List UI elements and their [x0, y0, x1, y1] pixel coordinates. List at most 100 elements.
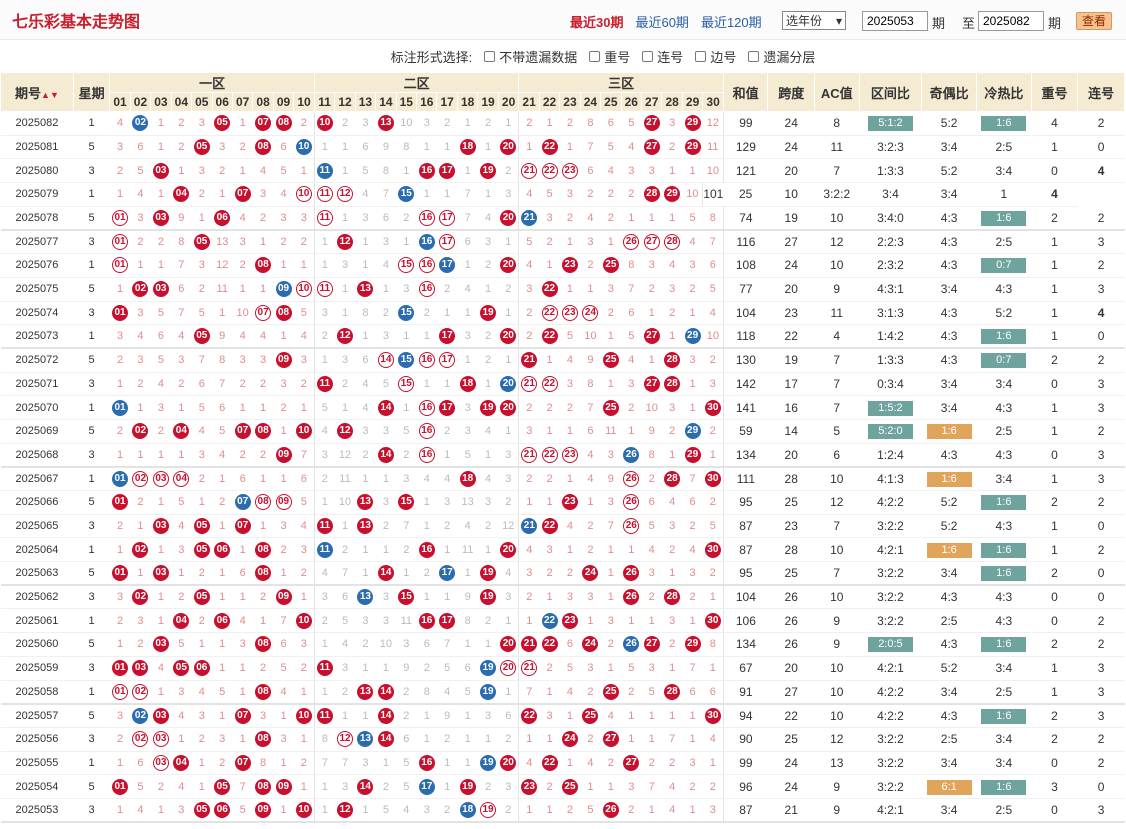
- cell: 3: [212, 727, 233, 752]
- cell: 2: [171, 585, 192, 610]
- opt-consecutive[interactable]: 连号: [642, 47, 683, 66]
- sum-value: 87: [722, 514, 768, 539]
- query-button[interactable]: 查看: [1076, 12, 1112, 30]
- ball: 10: [295, 139, 312, 156]
- ball: 18: [459, 470, 476, 487]
- ball: 18: [459, 802, 476, 819]
- span-value: 20: [767, 443, 815, 468]
- opt-no-miss[interactable]: 不带遗漏数据: [484, 47, 577, 66]
- cell: 3: [641, 253, 662, 278]
- cell: 18: [457, 135, 478, 160]
- cell: 2: [130, 632, 151, 657]
- ball: 12: [337, 234, 353, 251]
- cell: 17: [436, 206, 458, 231]
- period-30[interactable]: 最近30期: [570, 12, 623, 31]
- consecutive-count: 2: [1077, 727, 1125, 752]
- year-select[interactable]: 选年份 ▾: [782, 11, 846, 30]
- cell: 1: [313, 229, 335, 255]
- repeat-count: 0: [1031, 608, 1078, 634]
- checkbox-icon[interactable]: [748, 50, 760, 62]
- cell: 2: [355, 632, 376, 657]
- ball: 13: [357, 494, 374, 511]
- cell: 4: [702, 727, 724, 752]
- checkbox-icon[interactable]: [695, 50, 707, 62]
- cell: 10: [702, 324, 724, 350]
- cell: 2: [212, 490, 233, 515]
- cell: 4: [273, 680, 294, 705]
- ac-value: 10: [814, 703, 860, 728]
- ball: 15: [398, 352, 415, 369]
- cell: 08: [252, 561, 274, 587]
- cell: 1: [171, 158, 192, 184]
- period-60[interactable]: 最近60期: [635, 12, 688, 31]
- table-row: 2025075 5 1 02 03 6 2 11 1 1 09 10 11 1 13 1 3 16 2 4 1 2 3 22 1…: [0, 277, 1125, 302]
- ac-value: 5: [814, 419, 860, 444]
- checkbox-icon[interactable]: [642, 50, 654, 62]
- cell: 7: [334, 561, 356, 587]
- sum-value: 121: [722, 158, 768, 184]
- cell: 16: [416, 419, 437, 444]
- cell: 4: [334, 632, 356, 657]
- cell: 1: [150, 680, 172, 705]
- cell: 15: [396, 301, 417, 326]
- cell: 4: [559, 514, 581, 539]
- cell: 2: [150, 774, 172, 799]
- cell: 7: [580, 135, 601, 160]
- cell: 3: [518, 419, 540, 444]
- ball: 01: [112, 399, 129, 416]
- cell: 19: [457, 774, 478, 799]
- cell: 7: [518, 680, 540, 705]
- opt-repeat[interactable]: 重号: [589, 47, 630, 66]
- opt-edge[interactable]: 边号: [695, 47, 736, 66]
- col-period-id[interactable]: 期号▲▼: [0, 72, 74, 112]
- cell: 15: [396, 182, 417, 207]
- cell: 1: [580, 608, 601, 634]
- sum-value: 90: [722, 727, 768, 752]
- cell: 3: [498, 585, 519, 610]
- cell: 1: [436, 372, 458, 397]
- ball: 18: [459, 375, 476, 392]
- ball: 03: [152, 636, 169, 653]
- cell: 5: [559, 656, 581, 681]
- cell: 5: [702, 514, 724, 539]
- cell: 10: [293, 182, 315, 207]
- cell: 20: [498, 206, 519, 231]
- cell: 2: [273, 229, 294, 255]
- zone-ratio: 2:0:5: [859, 632, 922, 657]
- ball: 16: [418, 281, 435, 298]
- weekday: 1: [73, 751, 110, 776]
- cell: 7: [313, 751, 335, 776]
- cell: 19: [477, 656, 499, 681]
- cell: 22: [539, 135, 560, 160]
- cell: 2: [477, 348, 499, 373]
- cell: 02: [130, 703, 151, 728]
- checkbox-icon[interactable]: [589, 50, 601, 62]
- cell: 1: [518, 798, 540, 824]
- cell: 6: [273, 632, 294, 657]
- range-to-input[interactable]: [978, 11, 1044, 31]
- col-ac: AC值: [814, 72, 860, 112]
- ac-value: 9: [814, 277, 860, 302]
- cell: 5: [171, 632, 192, 657]
- ball: 11: [316, 541, 333, 558]
- num-header-08: 08: [252, 92, 274, 112]
- ball: 08: [255, 683, 272, 700]
- range-from-input[interactable]: [862, 11, 928, 31]
- cell: 2: [661, 135, 683, 160]
- ball: 11: [316, 281, 333, 298]
- cell: 8: [702, 632, 724, 657]
- cell: 5: [130, 774, 151, 799]
- period-120[interactable]: 最近120期: [701, 12, 762, 31]
- ball: 07: [234, 754, 251, 771]
- ball: 04: [173, 612, 190, 629]
- ball: 14: [377, 565, 394, 582]
- cell: 27: [641, 111, 662, 136]
- cell: 5: [273, 656, 294, 681]
- period-tabs: 最近30期 最近60期 最近120期: [570, 12, 762, 31]
- ball: 01: [112, 304, 129, 321]
- num-header-09: 09: [272, 92, 295, 112]
- opt-miss-layer[interactable]: 遗漏分层: [748, 47, 815, 66]
- cell: 1: [682, 727, 703, 752]
- cell: 4: [518, 182, 540, 207]
- checkbox-icon[interactable]: [484, 50, 496, 62]
